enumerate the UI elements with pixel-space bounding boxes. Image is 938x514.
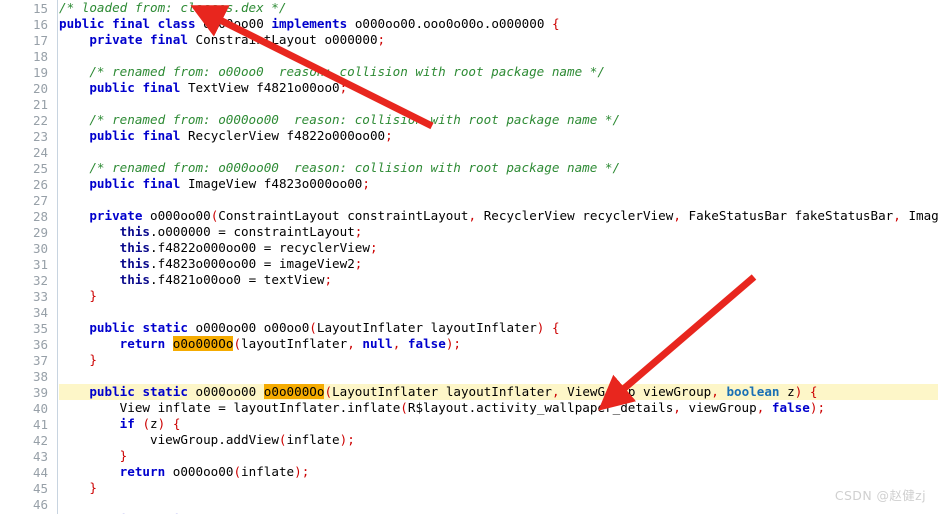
line-number: 19 — [32, 65, 48, 80]
line-number: 46 — [32, 497, 48, 512]
line-number: 30 — [32, 241, 48, 256]
line-number: 41 — [32, 417, 48, 432]
code-line[interactable]: public final class o000oo00 implements o… — [59, 16, 560, 32]
code-line[interactable]: /* renamed from: o000oo00 reason: collis… — [59, 160, 620, 176]
code-line[interactable]: this.f4822o000oo00 = recyclerView; — [59, 240, 378, 256]
code-line[interactable]: return o000oo00(inflate); — [59, 464, 310, 480]
line-number: 39 — [32, 385, 48, 400]
line-number: 35 — [32, 321, 48, 336]
line-number: 21 — [32, 97, 48, 112]
code-editor-view: 15 16 17 18 19 20 21 22 23 24 25 26 27 28 29 30 31 32 33 34… — [0, 0, 938, 514]
line-number: 16 — [32, 17, 48, 32]
code-line[interactable]: /* renamed from: o00oo0 reason: collisio… — [59, 64, 605, 80]
code-line[interactable]: public final RecyclerView f4822o000oo00; — [59, 128, 392, 144]
code-line[interactable]: this.o000000 = constraintLayout; — [59, 224, 363, 240]
code-line[interactable]: public final ImageView f4823o000oo00; — [59, 176, 370, 192]
code-line[interactable]: return o0o000Oo(layoutInflater, null, fa… — [59, 336, 461, 352]
line-number: 29 — [32, 225, 48, 240]
code-line[interactable]: } — [59, 352, 97, 368]
code-line[interactable]: } — [59, 288, 97, 304]
line-number: 43 — [32, 449, 48, 464]
line-number: 28 — [32, 209, 48, 224]
line-number: 33 — [32, 289, 48, 304]
line-number: 24 — [32, 145, 48, 160]
line-number: 38 — [32, 369, 48, 384]
line-number: 40 — [32, 401, 48, 416]
code-line[interactable]: public static o000oo00 o00oo0(LayoutInfl… — [59, 320, 559, 336]
code-line[interactable]: } — [59, 480, 97, 496]
line-number: 36 — [32, 337, 48, 352]
code-line[interactable]: private final ConstraintLayout o000000; — [59, 32, 385, 48]
line-number: 20 — [32, 81, 48, 96]
code-line[interactable]: this.f4821o00oo0 = textView; — [59, 272, 332, 288]
code-line[interactable]: /* loaded from: classes.dex */ — [59, 0, 286, 16]
code-line[interactable]: } — [59, 448, 128, 464]
line-number-gutter: 15 16 17 18 19 20 21 22 23 24 25 26 27 28 29 30 31 32 33 34… — [0, 0, 58, 514]
csdn-watermark: CSDN @赵健zj — [834, 488, 926, 503]
code-content[interactable]: /* loaded from: classes.dex */public fin… — [59, 0, 938, 514]
line-number: 17 — [32, 33, 48, 48]
line-number: 42 — [32, 433, 48, 448]
code-line[interactable]: View inflate = layoutInflater.inflate(R$… — [59, 400, 825, 416]
code-line[interactable]: /* renamed from: o000oo00 reason: collis… — [59, 112, 620, 128]
line-number: 27 — [32, 193, 48, 208]
code-line[interactable]: if (z) { — [59, 416, 181, 432]
code-line[interactable]: public final TextView f4821o00oo0; — [59, 80, 347, 96]
line-number: 26 — [32, 177, 48, 192]
code-line[interactable]: public static o000oo00 o0o000Oo(LayoutIn… — [59, 384, 817, 400]
line-number: 45 — [32, 481, 48, 496]
line-number: 22 — [32, 113, 48, 128]
code-line[interactable]: viewGroup.addView(inflate); — [59, 432, 355, 448]
line-number: 37 — [32, 353, 48, 368]
line-number: 44 — [32, 465, 48, 480]
code-line[interactable]: this.f4823o000oo00 = imageView2; — [59, 256, 363, 272]
code-line[interactable]: private o000oo00(ConstraintLayout constr… — [59, 208, 938, 224]
line-number: 25 — [32, 161, 48, 176]
line-number: 31 — [32, 257, 48, 272]
line-number: 23 — [32, 129, 48, 144]
line-number: 15 — [32, 1, 48, 16]
line-number: 32 — [32, 273, 48, 288]
line-number: 34 — [32, 305, 48, 320]
line-number: 18 — [32, 49, 48, 64]
